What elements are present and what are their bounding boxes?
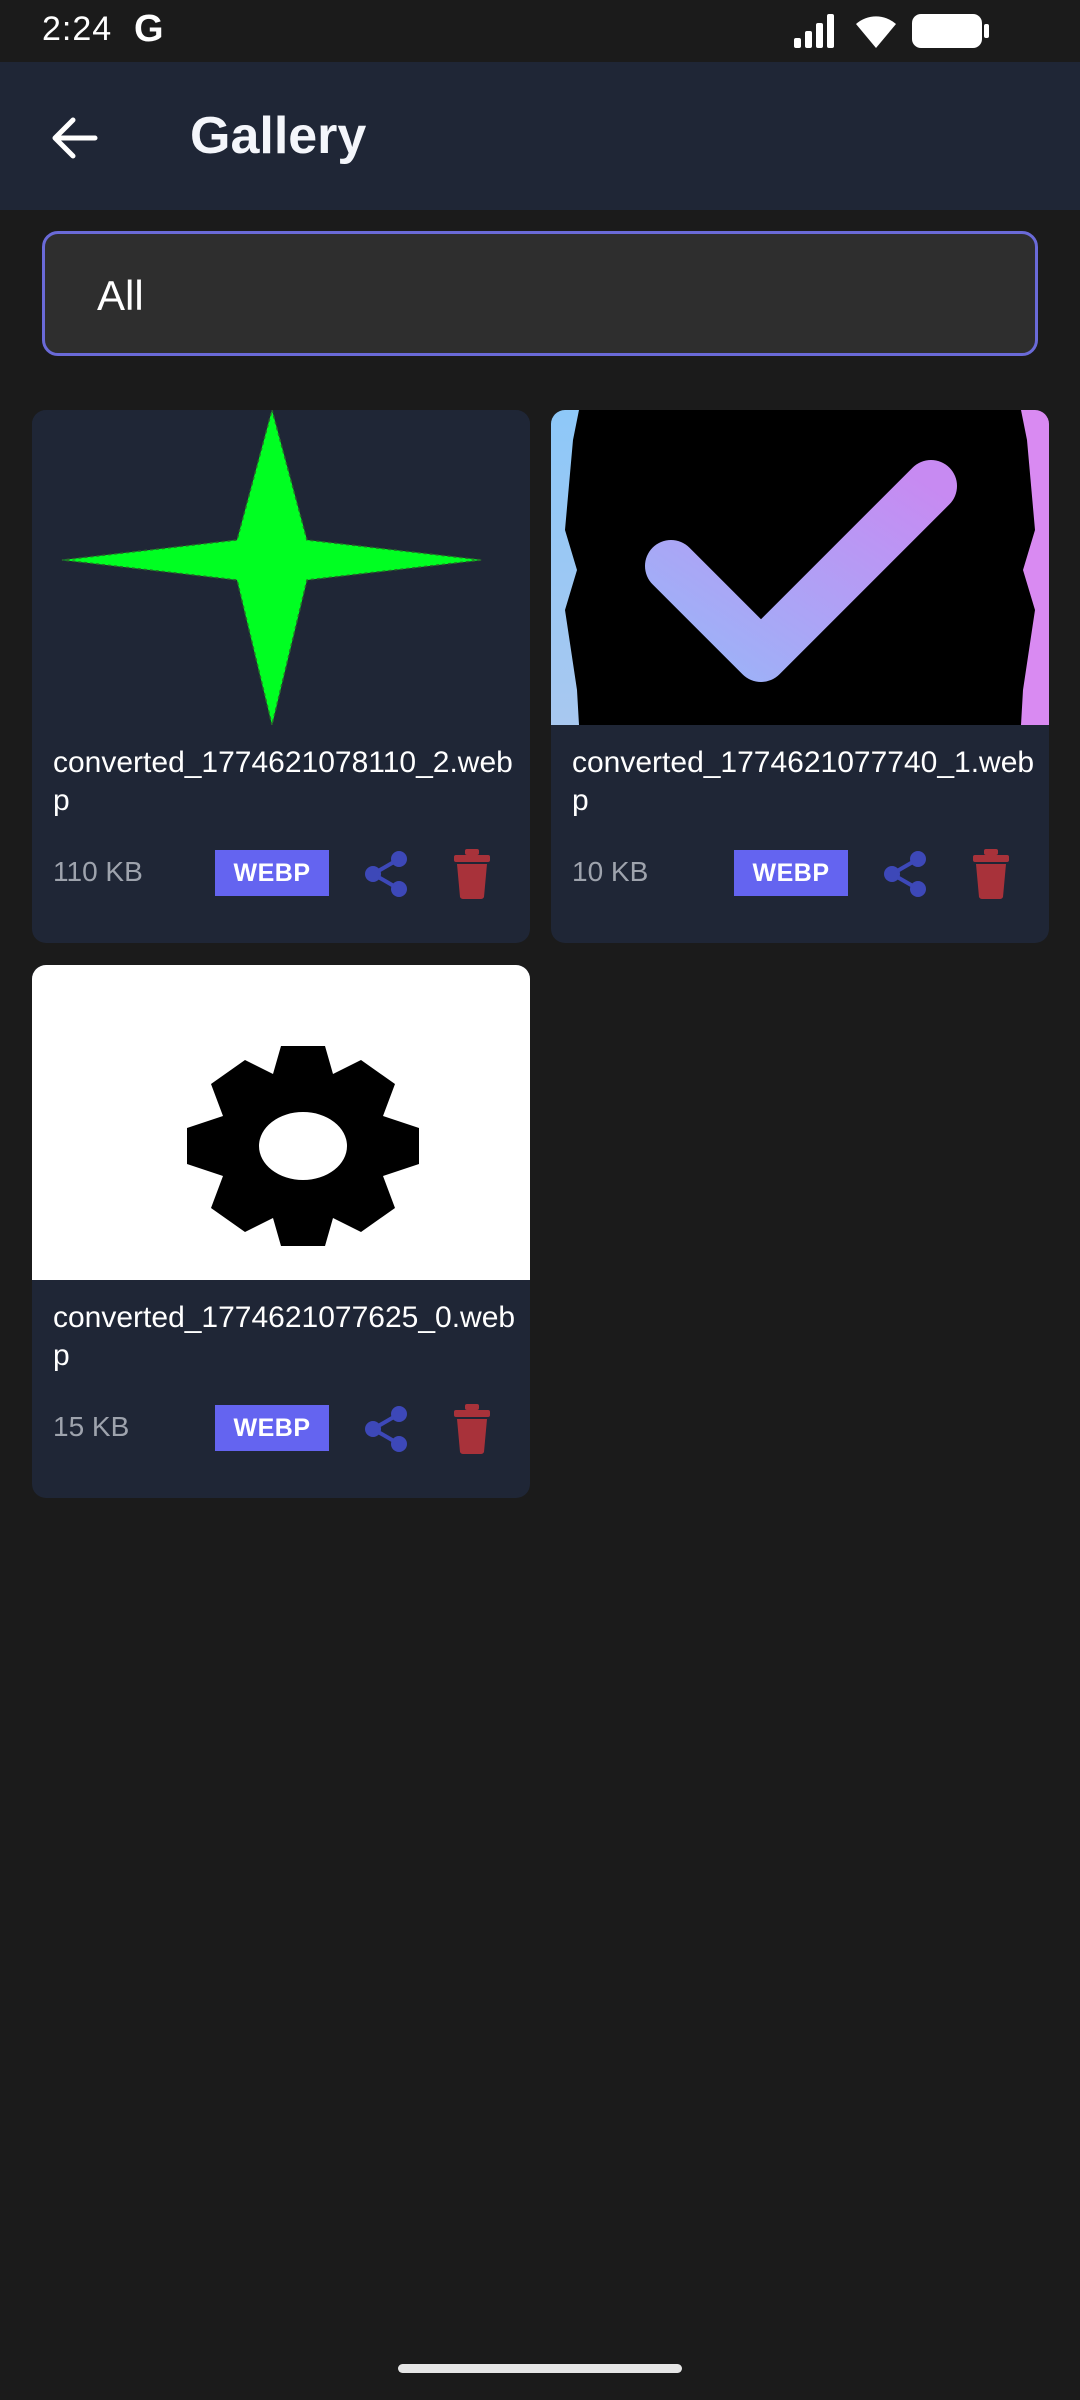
delete-button[interactable]: [444, 1401, 500, 1457]
delete-button[interactable]: [963, 846, 1019, 902]
filter-selected-value: All: [97, 272, 144, 319]
gear-image: [187, 1046, 419, 1246]
format-badge: WEBP: [215, 1405, 329, 1451]
share-button[interactable]: [358, 1401, 414, 1457]
back-button[interactable]: [34, 98, 114, 178]
battery-icon: [912, 14, 989, 48]
file-size: 15 KB: [53, 1411, 130, 1442]
format-badge: WEBP: [215, 850, 329, 896]
delete-button[interactable]: [444, 846, 500, 902]
arrow-left-icon: [52, 117, 98, 159]
thumbnail-image[interactable]: [32, 965, 530, 1280]
share-icon: [365, 851, 407, 897]
home-indicator[interactable]: [398, 2364, 682, 2373]
wifi-icon: [856, 16, 896, 48]
green-star-image: [61, 410, 483, 725]
trash-icon: [973, 849, 1009, 899]
file-size: 10 KB: [572, 856, 649, 887]
google-icon: G: [134, 8, 164, 50]
gallery-item[interactable]: converted_1774621077740_1.webp 10 KB WEB…: [551, 410, 1049, 943]
file-name: converted_1774621078110_2.webp: [53, 746, 513, 817]
trash-icon: [454, 849, 490, 899]
page-title: Gallery: [190, 107, 367, 165]
gallery-item[interactable]: converted_1774621077625_0.webp 15 KB WEB…: [32, 965, 530, 1498]
thumbnail-image[interactable]: [32, 410, 530, 725]
format-filter-dropdown[interactable]: All: [42, 231, 1038, 356]
trash-icon: [454, 1404, 490, 1454]
file-name: converted_1774621077740_1.webp: [572, 746, 1035, 817]
format-badge: WEBP: [734, 850, 848, 896]
status-bar: 2:24 G: [0, 0, 1080, 62]
share-button[interactable]: [877, 846, 933, 902]
app-bar: Gallery: [0, 62, 1080, 210]
checkmark-image: [551, 410, 1049, 725]
share-button[interactable]: [358, 846, 414, 902]
file-size: 110 KB: [53, 856, 143, 887]
file-name: converted_1774621077625_0.webp: [53, 1301, 516, 1372]
status-time: 2:24: [42, 10, 113, 48]
signal-icon: [794, 14, 834, 48]
gallery-item[interactable]: converted_1774621078110_2.webp 110 KB WE…: [32, 410, 530, 943]
status-icons: [794, 14, 989, 48]
thumbnail-image[interactable]: [551, 410, 1049, 725]
share-icon: [365, 1406, 407, 1452]
share-icon: [884, 851, 926, 897]
